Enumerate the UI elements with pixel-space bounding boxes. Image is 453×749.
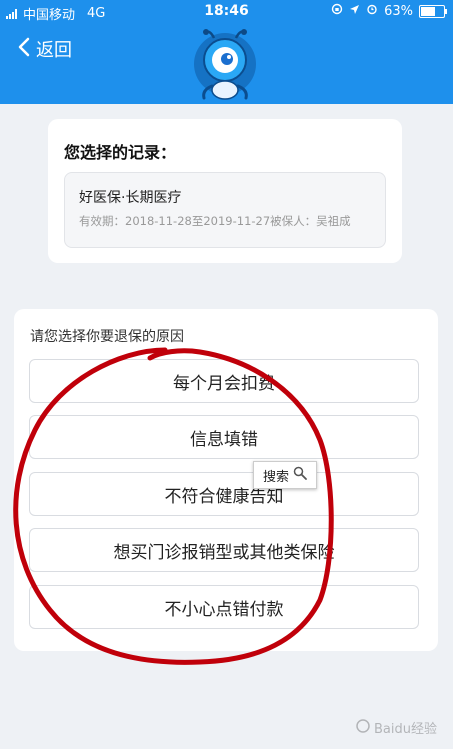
reason-option-monthly-charge[interactable]: 每个月会扣费 — [29, 359, 419, 403]
reason-prompt: 请您选择你要退保的原因 — [30, 329, 184, 345]
record-title: 您选择的记录： — [64, 143, 177, 162]
record-meta: 有效期：2018-11-28至2019-11-27被保人：吴祖成 — [79, 214, 351, 228]
alarm-icon — [366, 3, 378, 19]
search-chip[interactable]: 搜索 — [253, 461, 317, 489]
watermark-logo-icon — [356, 718, 370, 737]
record-item[interactable]: 好医保·长期医疗 有效期：2018-11-28至2019-11-27被保人：吴祖… — [64, 172, 386, 248]
nav-bar: 返回 — [0, 24, 453, 104]
chevron-left-icon — [18, 37, 30, 62]
search-chip-label: 搜索 — [262, 469, 289, 485]
reason-option-other-insurance[interactable]: 想买门诊报销型或其他类保险 — [29, 528, 419, 572]
back-label: 返回 — [36, 40, 72, 61]
reason-option-wrong-info[interactable]: 信息填错 — [29, 415, 419, 459]
reason-option-health-notice[interactable]: 不符合健康告知 — [29, 472, 419, 516]
mascot-logo — [194, 29, 256, 100]
search-icon — [293, 466, 307, 484]
record-card: 您选择的记录： 好医保·长期医疗 有效期：2018-11-28至2019-11-… — [48, 119, 402, 263]
record-product-name: 好医保·长期医疗 — [79, 190, 182, 206]
reason-option-mistaken-payment[interactable]: 不小心点错付款 — [29, 585, 419, 629]
watermark: Baidu经验 — [356, 718, 437, 737]
back-button[interactable]: 返回 — [18, 36, 72, 62]
battery-percent: 63% — [384, 3, 413, 19]
battery-icon — [419, 4, 447, 18]
reason-card: 请您选择你要退保的原因 每个月会扣费 信息填错 不符合健康告知 想买门诊报销型或… — [14, 309, 438, 651]
rotation-lock-icon — [331, 3, 343, 19]
status-bar: 中国移动 4G 18:46 63% — [0, 0, 453, 24]
location-icon — [349, 4, 360, 19]
status-right: 63% — [331, 3, 447, 19]
watermark-text: Baidu经验 — [374, 722, 437, 737]
